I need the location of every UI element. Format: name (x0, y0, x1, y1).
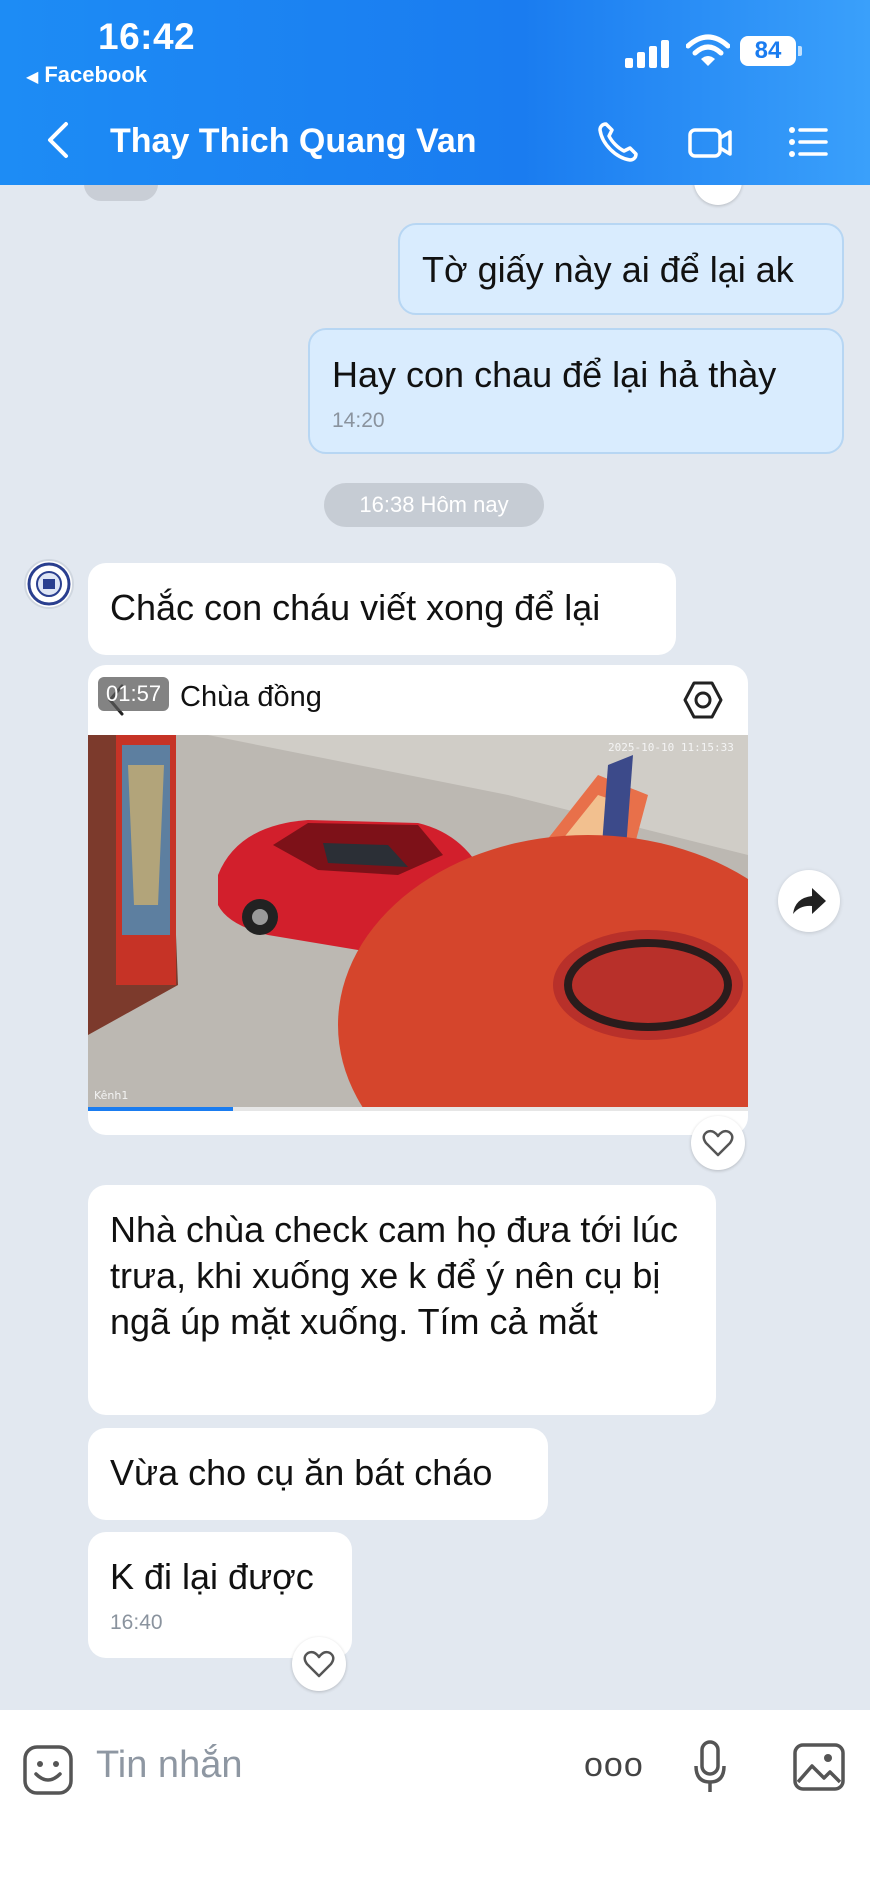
react-heart-button[interactable] (691, 1116, 745, 1170)
react-heart-button[interactable] (292, 1637, 346, 1691)
contact-avatar[interactable] (24, 559, 74, 609)
back-triangle-icon: ◀ (26, 69, 39, 86)
message-text: Chắc con cháu viết xong để lại (110, 587, 601, 628)
video-call-icon[interactable] (686, 118, 734, 166)
back-app-label: Facebook (44, 62, 148, 87)
share-button[interactable] (778, 870, 840, 932)
chat-header: 16:42 ◀ Facebook 84 Thay Thich Quang Van (0, 0, 870, 185)
heart-icon (303, 1650, 335, 1678)
message-input[interactable]: Tin nhắn (96, 1744, 242, 1787)
video-message-card[interactable]: 01:57 Chùa đồng 2025-10-10 11:15:33 Kênh… (88, 665, 748, 1135)
settings-hexagon-icon[interactable] (682, 679, 724, 721)
back-icon[interactable] (44, 120, 72, 160)
message-bubble-received[interactable]: Chắc con cháu viết xong để lại (88, 563, 676, 655)
cctv-frame-image: 2025-10-10 11:15:33 Kênh1 (88, 735, 748, 1107)
svg-text:2025-10-10 11:15:33: 2025-10-10 11:15:33 (608, 741, 734, 754)
day-separator: 16:38 Hôm nay (324, 483, 544, 527)
video-title: Chùa đồng (180, 681, 322, 713)
more-options-button[interactable]: ooo (584, 1746, 644, 1785)
svg-text:Kênh1: Kênh1 (94, 1089, 128, 1102)
sticker-icon[interactable] (22, 1744, 74, 1796)
message-text: Tờ giấy này ai để lại ak (422, 249, 794, 290)
message-time: 14:20 (332, 409, 385, 432)
video-player[interactable]: 2025-10-10 11:15:33 Kênh1 (88, 735, 748, 1107)
status-time: 16:42 (98, 16, 196, 57)
message-bubble-received[interactable]: Nhà chùa check cam họ đưa tới lúc trưa, … (88, 1185, 716, 1415)
message-composer: Tin nhắn ooo (0, 1710, 870, 1883)
message-text: Vừa cho cụ ăn bát cháo (110, 1452, 493, 1493)
back-to-app-link[interactable]: ◀ Facebook (26, 62, 147, 88)
message-bubble-sent[interactable]: Hay con chau để lại hả thày 14:20 (308, 328, 844, 454)
video-progress-fill (88, 1107, 234, 1111)
image-gallery-icon[interactable] (792, 1742, 846, 1792)
contact-name[interactable]: Thay Thich Quang Van (110, 122, 477, 161)
signal-icon (625, 38, 675, 68)
temple-logo-icon (27, 562, 71, 606)
message-text: Nhà chùa check cam họ đưa tới lúc trưa, … (110, 1209, 678, 1342)
previous-time-pill (84, 185, 158, 201)
message-text: Hay con chau để lại hả thày (332, 354, 777, 395)
wifi-icon (686, 34, 730, 66)
phone-icon[interactable] (594, 118, 642, 166)
microphone-icon[interactable] (692, 1738, 728, 1798)
share-arrow-icon (793, 888, 826, 914)
video-duration: 01:57 (98, 677, 170, 711)
menu-list-icon[interactable] (784, 118, 832, 166)
message-bubble-received[interactable]: Vừa cho cụ ăn bát cháo (88, 1428, 548, 1520)
message-time: 16:40 (110, 1611, 163, 1634)
message-text: K đi lại được (110, 1556, 314, 1597)
battery-icon: 84 (740, 36, 802, 66)
previous-reaction-button[interactable] (694, 185, 742, 205)
video-title-bar: 01:57 Chùa đồng (88, 665, 748, 735)
chat-area[interactable]: Tờ giấy này ai để lại ak Hay con chau để… (0, 185, 870, 1710)
heart-icon (702, 1129, 734, 1157)
message-bubble-sent[interactable]: Tờ giấy này ai để lại ak (398, 223, 844, 315)
video-progress-track[interactable] (88, 1107, 748, 1111)
